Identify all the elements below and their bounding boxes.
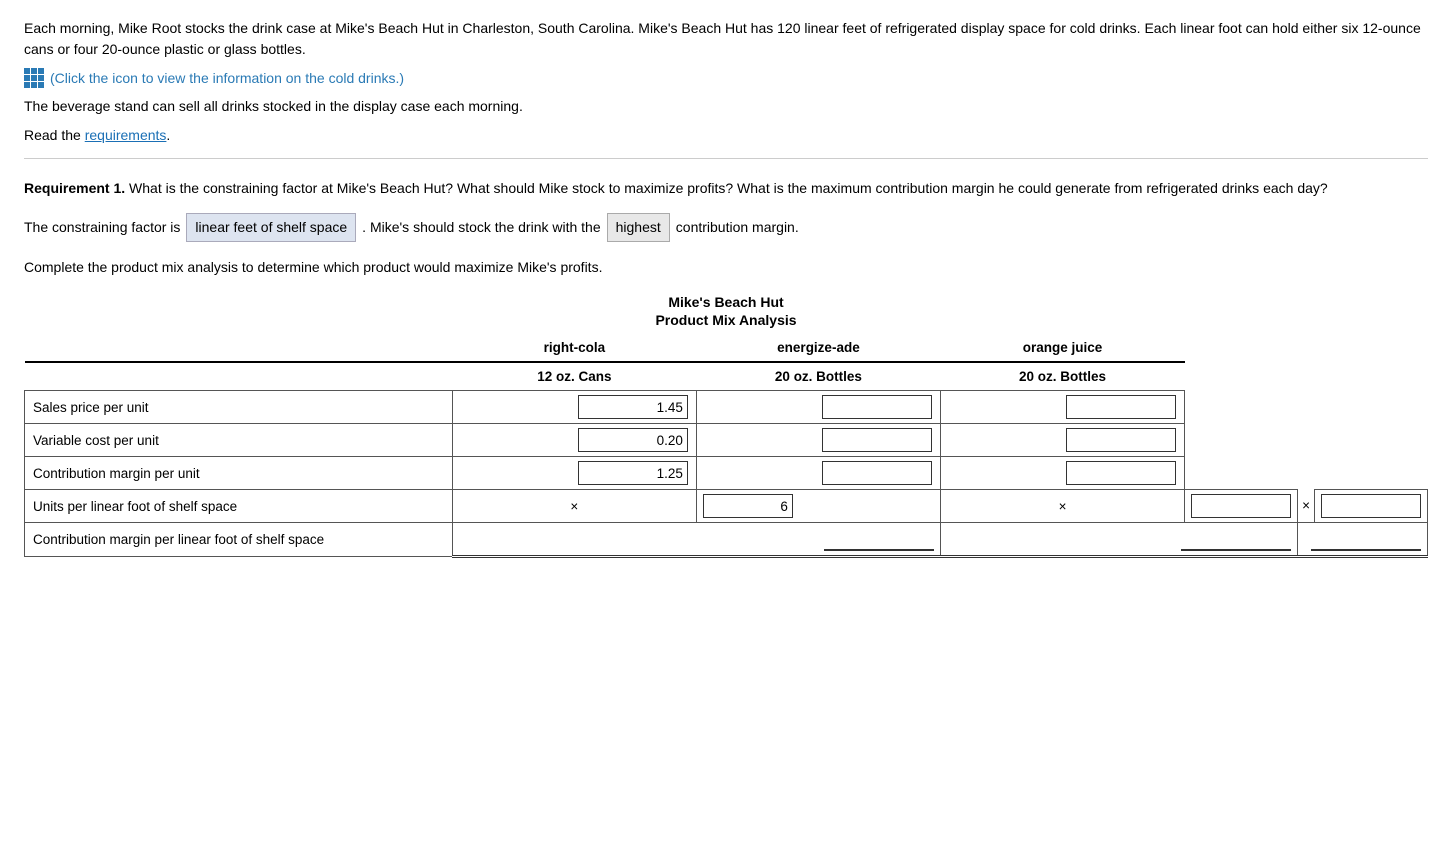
beverage-text: The beverage stand can sell all drinks s… bbox=[24, 96, 1428, 117]
table-title: Mike's Beach Hut bbox=[24, 294, 1428, 310]
requirements-link[interactable]: requirements bbox=[85, 127, 167, 143]
constraining-factor-row: The constraining factor is linear feet o… bbox=[24, 213, 1428, 241]
intro-paragraph: Each morning, Mike Root stocks the drink… bbox=[24, 18, 1428, 60]
cell-cm-energize[interactable] bbox=[696, 457, 940, 490]
input-cmfoot-oj[interactable] bbox=[1311, 527, 1421, 551]
constraining-prefix: The constraining factor is bbox=[24, 216, 180, 238]
input-sales-right-cola[interactable] bbox=[578, 395, 688, 419]
sub-header-row: 12 oz. Cans 20 oz. Bottles 20 oz. Bottle… bbox=[25, 362, 1428, 391]
table-row: Variable cost per unit bbox=[25, 424, 1428, 457]
col-right-cola-header: right-cola bbox=[452, 334, 696, 362]
times-sign-2: × bbox=[1059, 499, 1067, 514]
read-req-suffix: . bbox=[166, 127, 170, 143]
req1-label: Requirement 1. bbox=[24, 180, 125, 196]
cell-sales-right-cola[interactable] bbox=[452, 391, 696, 424]
constraining-highest: highest bbox=[607, 213, 670, 241]
times-cell-1: × bbox=[452, 490, 696, 523]
input-cm-right-cola[interactable] bbox=[578, 461, 688, 485]
read-req-prefix: Read the bbox=[24, 127, 85, 143]
col-header-row: right-cola energize-ade orange juice bbox=[25, 334, 1428, 362]
click-note-text: (Click the icon to view the information … bbox=[50, 70, 404, 86]
input-vc-energize[interactable] bbox=[822, 428, 932, 452]
cell-units-energize[interactable] bbox=[1185, 490, 1298, 523]
input-cm-energize[interactable] bbox=[822, 461, 932, 485]
input-cmfoot-right-cola[interactable] bbox=[824, 527, 934, 551]
constraining-value: linear feet of shelf space bbox=[186, 213, 356, 241]
label-cm-unit: Contribution margin per unit bbox=[25, 457, 453, 490]
input-units-right-cola[interactable] bbox=[703, 494, 793, 518]
times-cell-2: × bbox=[940, 490, 1184, 523]
click-icon-row: (Click the icon to view the information … bbox=[24, 68, 1428, 88]
constraining-mid: . Mike's should stock the drink with the bbox=[362, 216, 600, 238]
divider bbox=[24, 158, 1428, 159]
cell-units-oj[interactable] bbox=[1315, 490, 1428, 523]
product-mix-table: right-cola energize-ade orange juice 12 … bbox=[24, 334, 1428, 558]
times-sign-3: × bbox=[1302, 498, 1310, 513]
input-cmfoot-energize[interactable] bbox=[1181, 527, 1291, 551]
table-row: Contribution margin per linear foot of s… bbox=[25, 523, 1428, 557]
req1-text: What is the constraining factor at Mike'… bbox=[125, 180, 1328, 196]
col-label-subheader bbox=[25, 362, 453, 391]
times-cell-3: × bbox=[1298, 490, 1315, 523]
input-units-oj[interactable] bbox=[1321, 494, 1421, 518]
col-orange-juice-sub: 20 oz. Bottles bbox=[940, 362, 1184, 391]
label-sales-price: Sales price per unit bbox=[25, 391, 453, 424]
label-variable-cost: Variable cost per unit bbox=[25, 424, 453, 457]
cell-cm-right-cola[interactable] bbox=[452, 457, 696, 490]
cell-vc-right-cola[interactable] bbox=[452, 424, 696, 457]
input-sales-energize[interactable] bbox=[822, 395, 932, 419]
read-requirements: Read the requirements. bbox=[24, 125, 1428, 146]
req1-question: Requirement 1. What is the constraining … bbox=[24, 177, 1428, 199]
col-label-header bbox=[25, 334, 453, 362]
grid-icon[interactable] bbox=[24, 68, 44, 88]
cell-cm-oj[interactable] bbox=[940, 457, 1184, 490]
col-energize-ade-header: energize-ade bbox=[696, 334, 940, 362]
cell-cmfoot-oj[interactable] bbox=[1298, 523, 1428, 557]
col-right-cola-sub: 12 oz. Cans bbox=[452, 362, 696, 391]
col-orange-juice-header: orange juice bbox=[940, 334, 1184, 362]
complete-text: Complete the product mix analysis to det… bbox=[24, 256, 1428, 278]
cell-cmfoot-right-cola[interactable] bbox=[452, 523, 940, 557]
input-cm-oj[interactable] bbox=[1066, 461, 1176, 485]
table-row: Units per linear foot of shelf space × ×… bbox=[25, 490, 1428, 523]
input-vc-right-cola[interactable] bbox=[578, 428, 688, 452]
label-cm-foot: Contribution margin per linear foot of s… bbox=[25, 523, 453, 557]
input-vc-oj[interactable] bbox=[1066, 428, 1176, 452]
table-subtitle: Product Mix Analysis bbox=[24, 312, 1428, 328]
cell-units-right-cola[interactable] bbox=[696, 490, 940, 523]
label-units-per-foot: Units per linear foot of shelf space bbox=[25, 490, 453, 523]
cell-vc-energize[interactable] bbox=[696, 424, 940, 457]
input-sales-oj[interactable] bbox=[1066, 395, 1176, 419]
cell-cmfoot-energize[interactable] bbox=[940, 523, 1297, 557]
cell-vc-oj[interactable] bbox=[940, 424, 1184, 457]
times-sign-1: × bbox=[570, 499, 578, 514]
table-row: Contribution margin per unit bbox=[25, 457, 1428, 490]
cell-sales-oj[interactable] bbox=[940, 391, 1184, 424]
table-row: Sales price per unit bbox=[25, 391, 1428, 424]
col-energize-ade-sub: 20 oz. Bottles bbox=[696, 362, 940, 391]
input-units-energize[interactable] bbox=[1191, 494, 1291, 518]
constraining-suffix: contribution margin. bbox=[676, 216, 799, 238]
cell-sales-energize[interactable] bbox=[696, 391, 940, 424]
